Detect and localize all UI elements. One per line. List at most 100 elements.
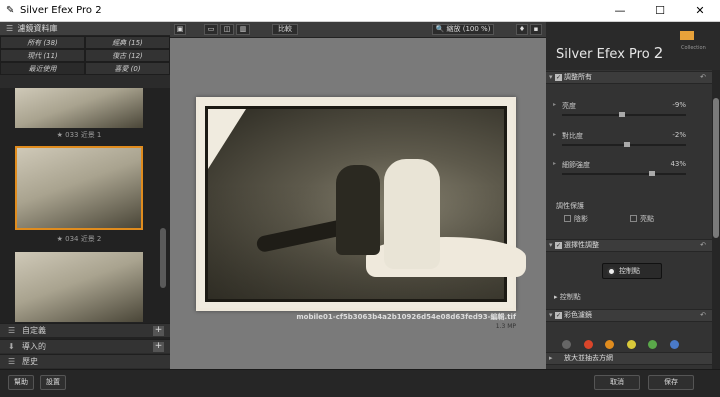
adjustments-panel: Collection Silver Efex Pro 2 ▾ ✓ 調整所有 ↶ …: [546, 22, 720, 369]
filter-green-button[interactable]: [648, 340, 658, 349]
collection-badge: Collection: [680, 30, 714, 51]
preset-thumbnail-035[interactable]: [15, 252, 143, 322]
section-history[interactable]: ☰ 歷史: [0, 354, 170, 368]
brightness-value: -9%: [672, 101, 686, 109]
tab-vintage[interactable]: 復古 (12): [85, 49, 170, 62]
zoom-label: 縮放 (100 %): [446, 25, 491, 33]
filter-yellow-button[interactable]: [626, 340, 636, 349]
bottom-bar: 幫助 設置 取消 保存: [0, 369, 720, 397]
section-color-filters[interactable]: ▾ ✓ 彩色濾鏡 ↶: [546, 309, 712, 322]
import-icon: ⬇: [8, 342, 15, 351]
couple-figures: [255, 147, 527, 277]
tab-modern[interactable]: 現代 (11): [0, 49, 85, 62]
preset-label-034: ★ 034 近景 2: [56, 235, 102, 243]
brand-title: Silver Efex Pro 2: [556, 44, 663, 62]
split-view-icon[interactable]: ◫: [220, 24, 234, 35]
structure-label: 細節強度: [562, 161, 590, 169]
tab-classic[interactable]: 經典 (15): [85, 36, 170, 49]
help-button[interactable]: 幫助: [8, 375, 34, 390]
highlights-checkbox[interactable]: [630, 215, 637, 222]
control-points-row[interactable]: ▸ 控制點: [554, 292, 581, 302]
compare-button[interactable]: 比較: [272, 24, 298, 35]
section-selective-adjustments[interactable]: ▾ ✓ 選擇性調整 ↶: [546, 239, 712, 252]
preview-image[interactable]: [196, 97, 527, 311]
tab-recent[interactable]: 最近使用: [0, 62, 85, 75]
panel-scroll-thumb[interactable]: [713, 98, 719, 238]
file-size: 1.3 MP: [495, 323, 516, 330]
loupe-icon[interactable]: ♦: [516, 24, 528, 35]
enable-checkbox[interactable]: ✓: [555, 74, 562, 81]
slider-expand-icon: ▸: [553, 160, 557, 167]
filter-neutral-button[interactable]: [562, 340, 571, 349]
structure-track[interactable]: [562, 173, 686, 175]
add-custom-button[interactable]: +: [153, 326, 164, 336]
minimize-button[interactable]: —: [600, 0, 640, 22]
cancel-button[interactable]: 取消: [594, 375, 640, 390]
contrast-slider[interactable]: ▸ 對比度 -2%: [546, 130, 712, 154]
expand-arrow-icon: ▾: [549, 311, 553, 319]
save-button[interactable]: 保存: [648, 375, 694, 390]
structure-knob[interactable]: [649, 171, 655, 176]
structure-slider[interactable]: ▸ 細節強度 43%: [546, 159, 712, 183]
custom-icon: ☰: [8, 326, 16, 335]
close-button[interactable]: ✕: [680, 0, 720, 22]
highlights-label: 亮點: [640, 215, 654, 223]
contrast-label: 對比度: [562, 132, 583, 140]
filter-blue-button[interactable]: [669, 340, 679, 349]
toggle-panel-icon[interactable]: ▣: [174, 24, 186, 35]
menu-icon: ☰: [6, 24, 14, 33]
preview-photo-content: [205, 106, 527, 302]
section-label: 放大並抽去方網: [564, 354, 613, 362]
file-name: mobile01-cf5b3063b4a2b10926d54e08d63fed9…: [296, 313, 516, 321]
shadows-label: 陰影: [574, 215, 588, 223]
structure-value: 43%: [670, 160, 686, 168]
preset-thumbnail-034[interactable]: [15, 146, 143, 230]
enable-checkbox[interactable]: ✓: [555, 312, 562, 319]
color-filter-swatches: [562, 340, 689, 351]
control-point-button-label: 控制點: [619, 267, 640, 275]
reset-icon[interactable]: ↶: [700, 240, 706, 251]
filter-red-button[interactable]: [583, 340, 593, 349]
contrast-knob[interactable]: [624, 142, 630, 147]
brand-name: Silver Efex Pro: [556, 47, 650, 62]
side-by-side-icon[interactable]: ▥: [236, 24, 250, 35]
brightness-knob[interactable]: [619, 112, 625, 117]
preview-area: ▣ ▭ ◫ ▥ 比較 🔍 縮放 (100 %) ♦ ▪ mobile01-cf5…: [170, 22, 546, 369]
add-imported-button[interactable]: +: [153, 342, 164, 352]
slider-expand-icon: ▸: [553, 131, 557, 138]
add-control-point-button[interactable]: 控制點: [602, 263, 662, 279]
preview-toolbar: ▣ ▭ ◫ ▥ 比較 🔍 縮放 (100 %) ♦ ▪: [170, 22, 546, 38]
section-imported[interactable]: ⬇ 導入的 +: [0, 339, 170, 353]
category-tabs: 所有 (38) 經典 (15) 現代 (11) 復古 (12) 最近使用 喜愛 …: [0, 36, 170, 75]
section-custom-label: 自定義: [22, 326, 46, 335]
maximize-button[interactable]: ☐: [640, 0, 680, 22]
shadows-checkbox[interactable]: [564, 215, 571, 222]
tab-all[interactable]: 所有 (38): [0, 36, 85, 49]
filter-orange-button[interactable]: [605, 340, 615, 349]
expand-arrow-icon: ▾: [549, 73, 553, 81]
single-view-icon[interactable]: ▭: [204, 24, 218, 35]
panel-scrollbar[interactable]: [712, 70, 720, 369]
enable-checkbox[interactable]: ✓: [555, 242, 562, 249]
filter-library-panel: ☰ 濾鏡資料庫 所有 (38) 經典 (15) 現代 (11) 復古 (12) …: [0, 22, 170, 369]
preset-thumbnail-033[interactable]: [15, 88, 143, 128]
tone-protection-title: 調性保護: [556, 202, 584, 210]
library-header[interactable]: ☰ 濾鏡資料庫: [0, 22, 170, 36]
section-label: 彩色濾鏡: [564, 311, 592, 319]
reset-icon[interactable]: ↶: [700, 72, 706, 83]
title-bar: ✎ Silver Efex Pro 2 — ☐ ✕: [0, 0, 720, 22]
brightness-slider[interactable]: ▸ 亮度 -9%: [546, 100, 712, 124]
section-custom[interactable]: ☰ 自定義 +: [0, 323, 170, 337]
brand-version: 2: [653, 44, 664, 62]
reset-icon[interactable]: ↶: [700, 310, 706, 321]
section-global-adjustments[interactable]: ▾ ✓ 調整所有 ↶: [546, 71, 712, 84]
history-icon: ☰: [8, 357, 16, 366]
settings-button[interactable]: 設置: [40, 375, 66, 390]
tab-favorites[interactable]: 喜愛 (0): [85, 62, 170, 75]
section-film-types[interactable]: ▸ 放大並抽去方網: [546, 352, 712, 365]
section-label: 選擇性調整: [564, 241, 599, 249]
zoom-button[interactable]: 🔍 縮放 (100 %): [432, 24, 494, 35]
background-icon[interactable]: ▪: [530, 24, 542, 35]
thumbnail-scrollbar[interactable]: [160, 228, 166, 288]
control-point-icon: [607, 267, 616, 276]
